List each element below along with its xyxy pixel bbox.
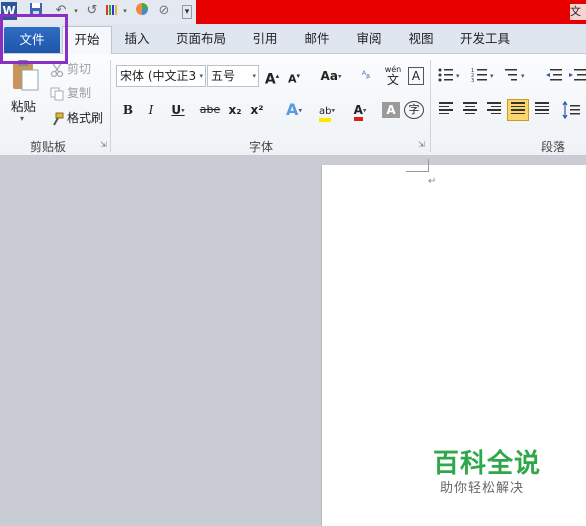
shrink-font-button[interactable]: A▾	[286, 65, 302, 87]
change-case-button[interactable]: Aa▾	[318, 65, 344, 87]
tab-home[interactable]: 开始	[62, 26, 112, 55]
scissors-icon	[50, 63, 64, 77]
highlight-color-button[interactable]: ab▾	[312, 99, 342, 122]
bullets-button[interactable]: ▾	[436, 65, 460, 87]
font-color-icon: A	[353, 103, 363, 121]
distributed-button[interactable]	[532, 100, 554, 122]
svg-text:▾: ▾	[521, 72, 525, 80]
format-painter-button[interactable]: 格式刷	[50, 109, 103, 127]
italic-button[interactable]: I	[143, 99, 159, 121]
copy-button[interactable]: 复制	[50, 84, 91, 102]
font-color-button[interactable]: A▾	[346, 99, 374, 121]
font-size-combo[interactable]: 五号 ▾	[207, 65, 259, 87]
ribbon-home: 粘贴 ▾ 剪切 复制 格式刷 剪贴板 ⇲ 宋体 (中文正3 ▾ 五号 ▾ A▴ A▾…	[0, 54, 586, 156]
dropdown-icon[interactable]: ▾	[121, 2, 129, 20]
margin-marker	[406, 171, 429, 172]
cut-label: 剪切	[67, 62, 92, 76]
align-left-button[interactable]	[436, 100, 458, 122]
tab-mailings[interactable]: 邮件	[300, 24, 334, 54]
group-separator	[110, 60, 111, 152]
clipboard-launcher-icon[interactable]: ⇲	[100, 140, 109, 149]
copy-label: 复制	[67, 86, 92, 100]
svg-text:▾: ▾	[490, 72, 494, 80]
tab-insert[interactable]: 插入	[120, 24, 154, 54]
group-separator	[430, 60, 431, 152]
font-launcher-icon[interactable]: ⇲	[418, 140, 427, 149]
clear-format-icon[interactable]: ᴬᵦ	[356, 65, 376, 87]
format-painter-label: 格式刷	[67, 111, 104, 125]
increase-indent-button[interactable]	[568, 65, 586, 87]
tab-references[interactable]: 引用	[248, 24, 282, 54]
grow-font-button[interactable]: A▴	[264, 65, 280, 88]
underline-button[interactable]: U▾	[166, 99, 190, 121]
line-spacing-button[interactable]	[562, 100, 584, 122]
font-name-value: 宋体 (中文正3	[120, 69, 197, 83]
tab-developer[interactable]: 开发工具	[456, 24, 514, 54]
undo-dropdown-icon[interactable]: ▾	[72, 2, 80, 20]
margin-marker	[428, 159, 429, 171]
decrease-indent-button[interactable]	[544, 65, 566, 87]
quick-access-toolbar: W ↶ ▾ ↺ ▾ ⊘ ▾ 文	[0, 0, 586, 24]
font-size-value: 五号	[211, 69, 236, 83]
tab-page-layout[interactable]: 页面布局	[172, 24, 230, 54]
justify-button[interactable]	[507, 99, 529, 121]
highlighter-icon: ab	[319, 106, 332, 122]
watermark-title: 百科全说	[433, 449, 542, 479]
brush-icon	[50, 112, 64, 126]
svg-text:3: 3	[471, 78, 474, 84]
clipboard-group-label: 剪贴板	[29, 140, 66, 154]
numbering-button[interactable]: 1 2 3 ▾	[470, 65, 494, 87]
customize-qat-icon[interactable]: ▾	[182, 5, 192, 19]
align-right-button[interactable]	[484, 100, 506, 122]
enclose-characters-button[interactable]: 字	[404, 101, 424, 119]
tab-view[interactable]: 视图	[404, 24, 438, 54]
chevron-down-icon: ▾	[199, 72, 203, 80]
character-border-button[interactable]: A	[408, 67, 424, 85]
paste-button[interactable]: 粘贴	[11, 96, 36, 115]
copy-icon	[50, 87, 64, 101]
font-name-combo[interactable]: 宋体 (中文正3 ▾	[116, 65, 206, 87]
paragraph-group-label: 段落	[540, 140, 565, 154]
align-center-button[interactable]	[460, 100, 482, 122]
redo-icon[interactable]: ↺	[84, 2, 100, 20]
no-edit-icon[interactable]: ⊘	[156, 2, 172, 20]
window-title: 文	[570, 4, 586, 20]
font-group-label: 字体	[248, 140, 273, 154]
subscript-button[interactable]: x₂	[226, 99, 244, 121]
character-shading-button[interactable]: A	[382, 102, 400, 118]
text-effects-button[interactable]: A▾	[280, 99, 308, 121]
chevron-down-icon: ▾	[252, 72, 256, 80]
multilevel-list-button[interactable]: ▾	[503, 65, 525, 87]
paste-dropdown-icon[interactable]: ▾	[20, 114, 24, 123]
format-painter-icon[interactable]	[104, 2, 120, 20]
strikethrough-button[interactable]: abe	[198, 99, 222, 121]
svg-text:▾: ▾	[456, 72, 460, 80]
paragraph-mark: ↵	[428, 176, 437, 187]
pinyin-guide-button[interactable]: wén 文	[382, 65, 404, 87]
superscript-button[interactable]: x²	[248, 99, 266, 121]
tab-review[interactable]: 审阅	[352, 24, 386, 54]
ribbon-tabs: 开始 插入 页面布局 引用 邮件 审阅 视图 开发工具	[0, 24, 586, 55]
title-bar: 文	[196, 0, 586, 24]
file-tab-highlight	[0, 14, 68, 64]
color-wheel-icon[interactable]	[134, 2, 150, 20]
bold-button[interactable]: B	[120, 99, 136, 121]
watermark-subtitle: 助你轻松解决	[440, 481, 525, 496]
